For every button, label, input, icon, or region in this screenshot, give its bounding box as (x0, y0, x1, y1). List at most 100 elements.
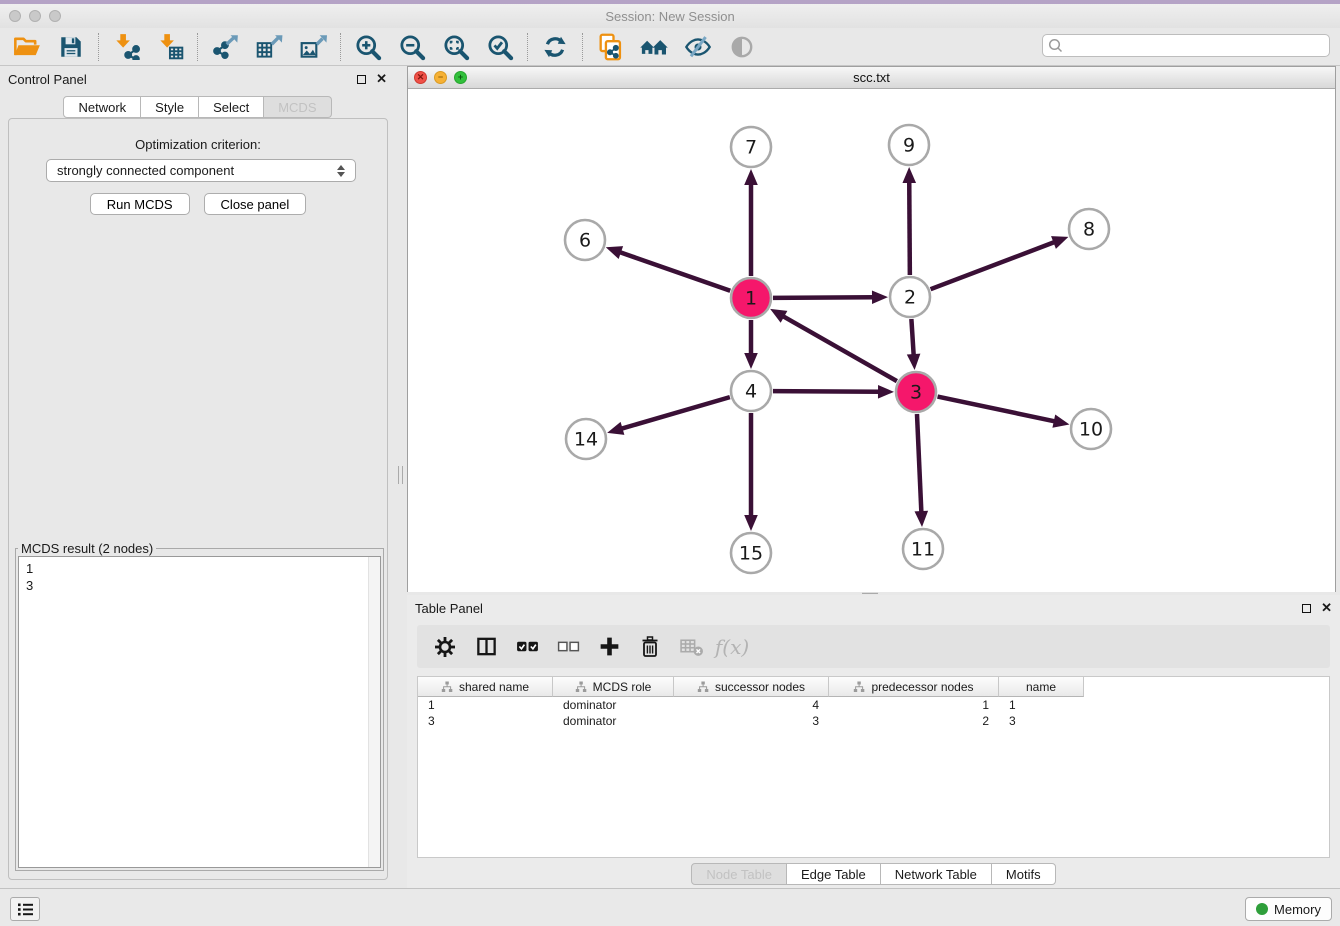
graph-edge-4-14[interactable] (621, 397, 730, 429)
graph-edge-arrow (606, 246, 623, 259)
memory-status-icon (1256, 903, 1268, 915)
search-input[interactable] (1042, 34, 1330, 57)
main-toolbar (0, 28, 1340, 66)
graph-node-label: 10 (1079, 419, 1103, 441)
graph-edge-1-2[interactable] (773, 297, 874, 298)
trash-icon (638, 635, 662, 659)
delete-table-button[interactable] (678, 634, 704, 660)
export-image-button[interactable] (296, 31, 330, 63)
tab-network-table[interactable]: Network Table (881, 863, 992, 885)
delete-column-button[interactable] (637, 634, 663, 660)
column-header-predecessor-nodes[interactable]: predecessor nodes (829, 677, 999, 697)
graph-edge-1-6[interactable] (619, 252, 730, 291)
refresh-view-button[interactable] (538, 31, 572, 63)
tab-motifs[interactable]: Motifs (992, 863, 1056, 885)
show-panels-button[interactable] (10, 897, 40, 921)
add-column-button[interactable] (596, 634, 622, 660)
network-view-title: scc.txt (408, 70, 1335, 85)
table-row[interactable]: 3dominator323 (418, 713, 1329, 729)
first-neighbors-button[interactable] (637, 31, 671, 63)
unselect-all-button[interactable] (555, 634, 581, 660)
graph-node-label: 2 (904, 287, 916, 309)
tab-style[interactable]: Style (141, 96, 199, 118)
select-all-button[interactable] (514, 634, 540, 660)
graph-node-label: 4 (745, 381, 757, 403)
dropdown-stepper-icon (337, 165, 345, 177)
splitter-handle[interactable] (398, 466, 403, 484)
clone-network-button[interactable] (593, 31, 627, 63)
graph-edge-arrow (915, 511, 929, 527)
zoom-out-button[interactable] (395, 31, 429, 63)
toolbar-separator (98, 33, 99, 61)
close-panel-icon[interactable]: ✕ (1321, 603, 1332, 613)
graph-edge-3-11[interactable] (917, 414, 921, 513)
open-session-button[interactable] (10, 31, 44, 63)
column-type-icon (575, 681, 587, 693)
table-cell[interactable]: 4 (674, 697, 829, 713)
export-network-button[interactable] (208, 31, 242, 63)
close-panel-icon[interactable]: ✕ (376, 74, 387, 84)
zoom-fit-button[interactable] (439, 31, 473, 63)
scrollbar-track[interactable] (368, 557, 380, 867)
graph-edge-2-8[interactable] (931, 242, 1056, 289)
table-cell[interactable]: 3 (999, 713, 1084, 729)
float-panel-icon[interactable] (1302, 604, 1311, 613)
eye-slash-icon (684, 33, 712, 61)
graph-edge-4-3[interactable] (773, 391, 880, 392)
table-cell[interactable]: dominator (553, 697, 674, 713)
float-panel-icon[interactable] (357, 75, 366, 84)
graph-edge-2-3[interactable] (911, 319, 913, 356)
criterion-dropdown[interactable]: strongly connected component (46, 159, 356, 182)
table-cell[interactable]: 2 (829, 713, 999, 729)
tab-select[interactable]: Select (199, 96, 264, 118)
table-cell[interactable]: dominator (553, 713, 674, 729)
graph-node-label: 9 (903, 135, 915, 157)
checked-boxes-icon (515, 634, 540, 659)
table-cell[interactable]: 1 (999, 697, 1084, 713)
zoom-selected-button[interactable] (483, 31, 517, 63)
network-graph-canvas[interactable]: 7968124314101511 (408, 89, 1335, 592)
hide-selected-button[interactable] (681, 31, 715, 63)
zoom-in-button[interactable] (351, 31, 385, 63)
save-session-button[interactable] (54, 31, 88, 63)
zoom-fit-icon (442, 33, 470, 61)
gear-icon (433, 635, 457, 659)
tab-mcds[interactable]: MCDS (264, 96, 331, 118)
list-icon (17, 902, 34, 917)
function-builder-button[interactable]: f(x) (719, 634, 745, 660)
columns-icon (475, 635, 498, 658)
table-options-button[interactable] (432, 634, 458, 660)
column-type-icon (441, 681, 453, 693)
close-panel-button[interactable]: Close panel (204, 193, 307, 215)
mcds-result-item[interactable]: 3 (26, 577, 380, 594)
graph-edge-3-1[interactable] (782, 316, 897, 381)
column-header-MCDS-role[interactable]: MCDS role (553, 677, 674, 697)
tab-node-table[interactable]: Node Table (691, 863, 787, 885)
vertical-splitter[interactable] (395, 66, 407, 888)
column-visibility-button[interactable] (473, 634, 499, 660)
table-cell[interactable]: 1 (418, 697, 553, 713)
graph-edge-3-10[interactable] (938, 397, 1056, 422)
column-header-successor-nodes[interactable]: successor nodes (674, 677, 829, 697)
unchecked-boxes-icon (556, 634, 581, 659)
column-header-name[interactable]: name (999, 677, 1084, 697)
import-network-button[interactable] (109, 31, 143, 63)
export-table-button[interactable] (252, 31, 286, 63)
mcds-result-item[interactable]: 1 (26, 560, 380, 577)
tab-edge-table[interactable]: Edge Table (787, 863, 881, 885)
fx-icon: f(x) (715, 635, 749, 659)
tab-network[interactable]: Network (63, 96, 141, 118)
table-row[interactable]: 1dominator411 (418, 697, 1329, 713)
memory-button[interactable]: Memory (1245, 897, 1332, 921)
import-table-button[interactable] (153, 31, 187, 63)
column-header-shared-name[interactable]: shared name (418, 677, 553, 697)
show-hidden-button[interactable] (725, 31, 759, 63)
run-mcds-button[interactable]: Run MCDS (90, 193, 190, 215)
graph-edge-2-9[interactable] (909, 181, 910, 275)
table-cell[interactable]: 3 (418, 713, 553, 729)
table-cell[interactable]: 3 (674, 713, 829, 729)
mcds-result-list[interactable]: 13 (18, 556, 381, 868)
toolbar-separator (582, 33, 583, 61)
graph-edge-arrow (1051, 236, 1068, 249)
table-cell[interactable]: 1 (829, 697, 999, 713)
